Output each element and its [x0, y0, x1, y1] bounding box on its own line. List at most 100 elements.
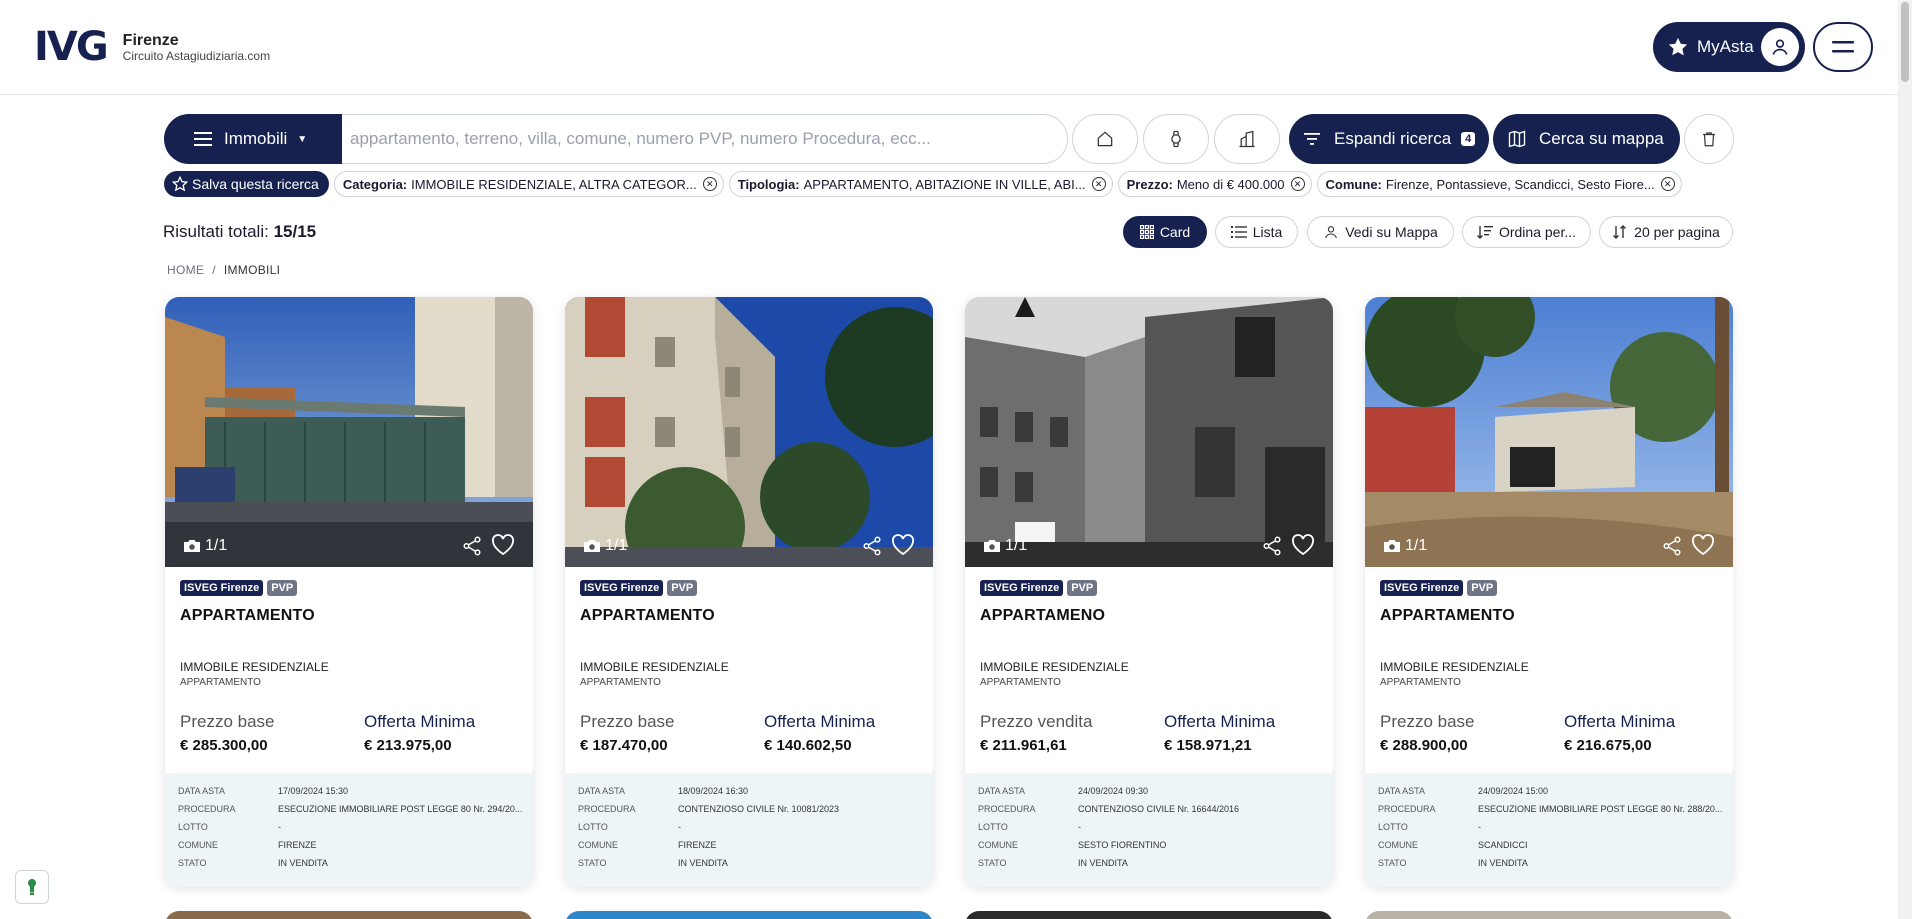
property-photo[interactable]	[565, 297, 933, 567]
cookie-icon	[28, 879, 36, 895]
remove-filter-icon[interactable]: ✕	[1660, 177, 1675, 191]
map-icon	[1508, 130, 1526, 148]
remove-filter-icon[interactable]: ✕	[1091, 177, 1106, 191]
filter-chip-tipologia[interactable]: Tipologia: APPARTAMENTO, ABITAZIONE IN VI…	[728, 171, 1113, 197]
building-icon	[1239, 130, 1255, 148]
procedure: ESECUZIONE IMMOBILIARE POST LEGGE 80 Nr.…	[278, 804, 523, 814]
property-photo[interactable]	[1365, 297, 1733, 567]
status: IN VENDITA	[278, 858, 328, 868]
lot: -	[278, 822, 281, 832]
status: IN VENDITA	[1078, 858, 1128, 868]
card-title[interactable]: APPARTAMENTO	[580, 607, 715, 625]
next-card-preview[interactable]	[565, 911, 933, 919]
caret-down-icon: ▼	[297, 133, 308, 145]
lot: -	[1478, 822, 1481, 832]
share-icon[interactable]	[1261, 535, 1283, 557]
house-filter-button[interactable]	[1072, 114, 1138, 164]
sort-button[interactable]: Ordina per...	[1462, 216, 1591, 248]
share-icon[interactable]	[1661, 535, 1683, 557]
property-photo[interactable]	[165, 297, 533, 567]
menu-button[interactable]	[1813, 22, 1873, 72]
scrollbar-thumb[interactable]	[1901, 2, 1909, 82]
cookie-settings-button[interactable]	[15, 870, 49, 904]
pvp-badge: PVP	[1067, 580, 1098, 596]
view-map-button[interactable]: Vedi su Mappa	[1307, 216, 1454, 248]
share-icon[interactable]	[861, 535, 883, 557]
search-input[interactable]	[342, 114, 1068, 164]
sort-arrows-icon	[1613, 225, 1627, 239]
photo-counter: 1/1	[983, 537, 1027, 555]
results-count: 15/15	[273, 222, 317, 241]
myasta-button[interactable]: MyAsta	[1653, 22, 1805, 72]
filter-count-badge: 4	[1461, 132, 1476, 146]
list-icon	[1230, 226, 1247, 238]
building-filter-button[interactable]	[1214, 114, 1280, 164]
heart-icon[interactable]	[891, 534, 915, 556]
photo-counter: 1/1	[183, 537, 227, 555]
card-type: APPARTAMENTO	[580, 677, 661, 688]
property-card[interactable]: 1/1 ISVEG Firenze PVP APPARTAMENTO IMMOB…	[1365, 297, 1733, 887]
card-title[interactable]: APPARTAMENO	[980, 607, 1105, 625]
watch-filter-button[interactable]	[1143, 114, 1209, 164]
property-card[interactable]: 1/1 ISVEG Firenze PVP APPARTAMENTO IMMOB…	[165, 297, 533, 887]
price-value: € 285.300,00	[180, 737, 268, 754]
save-search-chip[interactable]: Salva questa ricerca	[164, 171, 329, 197]
offer-label: Offerta Minima	[764, 712, 876, 731]
offer-value: € 216.675,00	[1564, 737, 1652, 754]
share-icon[interactable]	[461, 535, 483, 557]
map-search-label: Cerca su mappa	[1539, 129, 1664, 148]
card-type: APPARTAMENTO	[980, 677, 1061, 688]
card-title[interactable]: APPARTAMENTO	[1380, 607, 1515, 625]
card-title[interactable]: APPARTAMENTO	[180, 607, 315, 625]
user-icon	[1761, 28, 1799, 66]
card-details: DATA ASTA 17/09/2024 15:30 PROCEDURA ESECU…	[165, 773, 533, 887]
expand-search-label: Espandi ricerca	[1334, 129, 1452, 148]
active-filters: Salva questa ricerca Categoria: IMMOBILE …	[164, 171, 1682, 197]
map-search-button[interactable]: Cerca su mappa	[1493, 114, 1680, 164]
heart-icon[interactable]	[491, 534, 515, 556]
camera-icon	[584, 540, 600, 552]
status: IN VENDITA	[678, 858, 728, 868]
remove-filter-icon[interactable]: ✕	[702, 177, 717, 191]
filter-chip-prezzo[interactable]: Prezzo: Meno di € 400.000 ✕	[1117, 171, 1312, 197]
pvp-badge: PVP	[667, 580, 698, 596]
results-label: Risultati totali:	[163, 222, 269, 241]
property-photo[interactable]	[965, 297, 1333, 567]
chip-value: Firenze, Pontassieve, Scandicci, Sesto F…	[1385, 176, 1655, 192]
agency-badge: ISVEG Firenze	[1380, 580, 1464, 596]
heart-icon[interactable]	[1291, 534, 1315, 556]
view-card-button[interactable]: Card	[1123, 216, 1207, 248]
expand-search-button[interactable]: Espandi ricerca 4	[1289, 114, 1489, 164]
property-card[interactable]: 1/1 ISVEG Firenze PVP APPARTAMENTO IMMOB…	[565, 297, 933, 887]
per-page-button[interactable]: 20 per pagina	[1599, 216, 1733, 248]
next-card-preview[interactable]	[1365, 911, 1733, 919]
next-card-preview[interactable]	[965, 911, 1333, 919]
card-category: IMMOBILE RESIDENZIALE	[980, 660, 1129, 674]
trash-icon	[1703, 132, 1715, 147]
price-label: Prezzo base	[580, 712, 675, 731]
next-card-preview[interactable]	[165, 911, 533, 919]
clear-search-button[interactable]	[1684, 114, 1734, 164]
agency-badge: ISVEG Firenze	[980, 580, 1064, 596]
site-logo[interactable]: IVG Firenze Circuito Astagiudiziaria.com	[34, 27, 270, 67]
breadcrumb-separator: /	[212, 263, 216, 277]
filter-chip-categoria[interactable]: Categoria: IMMOBILE RESIDENZIALE, ALTRA C…	[333, 171, 724, 197]
page-scrollbar[interactable]	[1898, 0, 1912, 919]
site-header: IVG Firenze Circuito Astagiudiziaria.com…	[0, 0, 1912, 95]
category-dropdown[interactable]: Immobili ▼	[164, 114, 342, 164]
property-card[interactable]: 1/1 ISVEG Firenze PVP APPARTAMENO IMMOBI…	[965, 297, 1333, 887]
offer-value: € 158.971,21	[1164, 737, 1252, 754]
price-label: Prezzo vendita	[980, 712, 1093, 731]
remove-filter-icon[interactable]: ✕	[1290, 177, 1305, 191]
municipality: FIRENZE	[678, 840, 717, 850]
myasta-label: MyAsta	[1697, 37, 1754, 56]
lot: -	[678, 822, 681, 832]
view-list-button[interactable]: Lista	[1215, 216, 1298, 248]
breadcrumb-home[interactable]: HOME	[167, 263, 204, 277]
heart-icon[interactable]	[1691, 534, 1715, 556]
chip-value: Meno di € 400.000	[1176, 176, 1285, 192]
municipality: FIRENZE	[278, 840, 317, 850]
chip-key: Categoria:	[342, 176, 408, 192]
filter-chip-comune[interactable]: Comune: Firenze, Pontassieve, Scandicci, …	[1316, 171, 1682, 197]
person-pin-icon	[1325, 226, 1338, 239]
